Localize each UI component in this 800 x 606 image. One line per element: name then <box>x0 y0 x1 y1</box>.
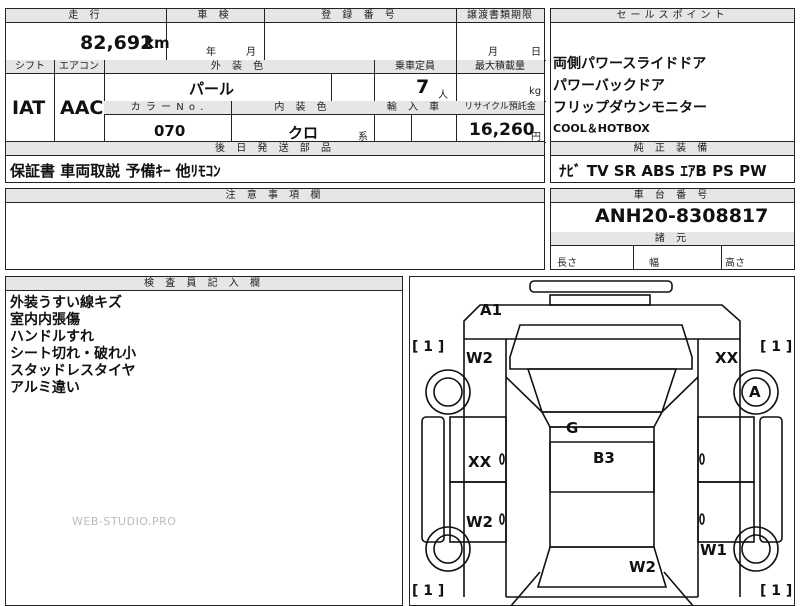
parts-section: 後 日 発 送 部 品 保証書 車両取説 予備ｷｰ 他ﾘﾓｺﾝ <box>5 141 545 183</box>
vehicle-info-table: 走 行 車 検 登 録 番 号 譲渡書類期限 82,692 km 年 月 月 日… <box>5 8 546 143</box>
chassis-header: 車 台 番 号 <box>551 189 794 203</box>
damage-mark-a-wheel: A <box>749 383 761 401</box>
aircon-header: エアコン <box>54 60 104 74</box>
capacity-unit: 人 <box>438 90 448 101</box>
interior-color-header: 内 装 色 <box>231 101 374 115</box>
dimensions-header: 諸 元 <box>551 232 794 246</box>
list-item: スタッドレスタイヤ <box>10 363 136 379</box>
exterior-color-value: パール <box>189 80 235 98</box>
exterior-color-header: 外 装 色 <box>104 60 374 74</box>
recycle-deposit-value: 16,260 <box>469 120 535 140</box>
damage-mark-g-roof: G <box>566 419 579 437</box>
inspector-header: 検 査 員 記 入 欄 <box>6 277 402 291</box>
shift-value: IAT <box>12 97 46 119</box>
list-item: 室内内張傷 <box>10 312 80 328</box>
body-side-lines <box>505 339 699 597</box>
max-load-header: 最大積載量 <box>456 60 544 74</box>
shift-header: シフト <box>6 60 54 74</box>
width-label: 幅 <box>649 258 659 269</box>
shaken-header: 車 検 <box>166 9 264 23</box>
tire-bracket-front-left: [ 1 ] <box>412 339 445 355</box>
watermark: WEB-STUDIO.PRO <box>72 515 177 528</box>
damage-mark-w2-left: W2 <box>466 513 493 531</box>
color-no-header: カ ラ ー N o . <box>104 101 231 115</box>
a-pillar-lines <box>505 376 699 413</box>
shaken-year: 年 <box>206 47 216 58</box>
mileage-value: 82,692 <box>80 32 154 54</box>
sales-point: パワーバックドア <box>553 78 665 94</box>
equipment-value: ﾅﾋﾞ TV SR ABS ｴｱB PS PW <box>559 162 767 180</box>
front-body-outline <box>463 304 741 340</box>
parts-value: 保証書 車両取説 予備ｷｰ 他ﾘﾓｺﾝ <box>10 162 221 180</box>
sales-point: COOL＆HOTBOX <box>553 122 650 135</box>
list-item: ハンドルすれ <box>10 329 94 345</box>
registration-header: 登 録 番 号 <box>264 9 456 23</box>
length-label: 長さ <box>557 258 577 269</box>
inspector-section: 検 査 員 記 入 欄 外装うすい線キズ 室内内張傷 ハンドルすれ シート切れ・… <box>5 276 403 606</box>
aircon-value: AAC <box>60 97 104 119</box>
interior-color-value: クロ <box>288 124 319 142</box>
capacity-header: 乗車定員 <box>374 60 456 74</box>
left-rear-door <box>449 481 507 543</box>
tire-bracket-rear-right: [ 1 ] <box>760 583 793 599</box>
color-no-value: 070 <box>154 122 186 140</box>
sales-point: フリップダウンモニター <box>553 100 707 116</box>
right-front-door <box>697 416 755 483</box>
equipment-section: 純 正 装 備 ﾅﾋﾞ TV SR ABS ｴｱB PS PW <box>550 141 795 183</box>
damage-mark-xx-left: XX <box>468 453 492 471</box>
sales-points-header: セールスポイント <box>551 9 794 23</box>
damage-mark-xx-front-right: XX <box>715 349 739 367</box>
grille-outline <box>549 294 651 306</box>
car-diagram-section: [ 1 ] [ 1 ] [ 1 ] [ 1 ] A1 W2 XX A G B3 … <box>409 276 795 606</box>
chassis-number: ANH20-8308817 <box>595 205 769 227</box>
mileage-header: 走 行 <box>6 9 166 23</box>
damage-mark-w1-right: W1 <box>700 541 727 559</box>
left-front-door <box>449 416 507 483</box>
hood-outline <box>509 324 693 370</box>
notes-header: 注 意 事 項 欄 <box>6 189 544 203</box>
mileage-unit: km <box>144 34 170 52</box>
windshield-lower-outline <box>540 411 664 428</box>
inspector-notes-list: 外装うすい線キズ 室内内張傷 ハンドルすれ シート切れ・破れ小 スタッドレスタイ… <box>10 295 136 397</box>
damage-mark-a1: A1 <box>480 301 503 319</box>
equipment-header: 純 正 装 備 <box>551 142 794 156</box>
damage-mark-w2-front-left: W2 <box>466 349 493 367</box>
list-item: 外装うすい線キズ <box>10 295 122 311</box>
height-label: 高さ <box>725 258 745 269</box>
shaken-month: 月 <box>246 47 256 58</box>
windshield-outline <box>526 368 678 413</box>
car-diagram <box>421 280 783 605</box>
sales-point: 両側パワースライドドア <box>553 56 707 72</box>
left-side-rail <box>421 416 445 543</box>
tire-bracket-rear-left: [ 1 ] <box>412 583 445 599</box>
roof-outline <box>549 426 655 548</box>
list-item: シート切れ・破れ小 <box>10 346 136 362</box>
front-bumper-outline <box>529 280 673 293</box>
notes-section: 注 意 事 項 欄 <box>5 188 545 270</box>
list-item: アルミ違い <box>10 380 80 396</box>
chassis-section: 車 台 番 号 ANH20-8308817 諸 元 長さ 幅 高さ <box>550 188 795 270</box>
tire-bracket-front-right: [ 1 ] <box>760 339 793 355</box>
right-side-rail <box>759 416 783 543</box>
transfer-day: 日 <box>531 47 541 58</box>
capacity-value: 7 <box>416 76 430 98</box>
transfer-deadline-header: 譲渡書類期限 <box>456 9 544 23</box>
transfer-month: 月 <box>488 47 498 58</box>
import-car-header: 輸 入 車 <box>374 101 456 115</box>
damage-mark-w2-rear: W2 <box>629 558 656 576</box>
recycle-deposit-header: リサイクル預託金 <box>456 101 544 115</box>
max-load-unit: kg <box>529 86 542 97</box>
parts-header: 後 日 発 送 部 品 <box>6 142 544 156</box>
right-rear-door <box>697 481 755 543</box>
sales-points-section: セールスポイント 両側パワースライドドア パワーバックドア フリップダウンモニタ… <box>550 8 795 143</box>
damage-mark-b3-center: B3 <box>593 449 615 467</box>
